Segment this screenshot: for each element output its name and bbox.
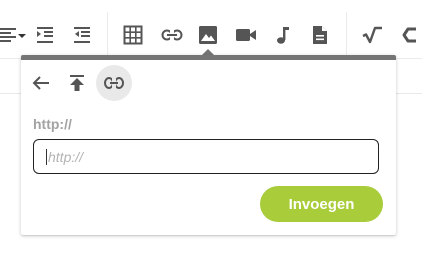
toolbar-separator bbox=[346, 12, 347, 58]
upload-image-button[interactable] bbox=[59, 65, 95, 101]
indent-icon bbox=[35, 25, 55, 45]
image-icon bbox=[198, 25, 218, 45]
indent-button[interactable] bbox=[33, 18, 57, 52]
video-icon bbox=[235, 25, 257, 45]
insert-video-button[interactable] bbox=[233, 18, 259, 52]
audio-icon bbox=[274, 25, 292, 45]
toolbar-separator bbox=[107, 12, 108, 58]
link-icon bbox=[104, 77, 124, 89]
insert-image-button[interactable] bbox=[196, 18, 220, 55]
back-icon bbox=[32, 75, 50, 91]
align-dropdown-button[interactable] bbox=[0, 18, 28, 52]
editor-toolbar bbox=[0, 12, 422, 59]
outdent-button[interactable] bbox=[70, 18, 94, 52]
code-icon bbox=[402, 25, 420, 45]
upload-icon bbox=[69, 74, 85, 92]
image-link-popup: http:// Invoegen bbox=[21, 55, 396, 235]
table-icon bbox=[123, 25, 143, 45]
editor-page: http:// Invoegen bbox=[0, 0, 422, 256]
insert-table-button[interactable] bbox=[121, 18, 145, 52]
insert-button[interactable]: Invoegen bbox=[260, 186, 383, 222]
insert-math-button[interactable] bbox=[360, 18, 384, 52]
outdent-icon bbox=[72, 25, 92, 45]
insert-link-button[interactable] bbox=[159, 18, 185, 52]
file-icon bbox=[311, 25, 329, 45]
link-icon bbox=[161, 25, 183, 45]
url-input[interactable] bbox=[33, 139, 379, 174]
math-icon bbox=[361, 25, 383, 45]
url-field-label: http:// bbox=[33, 116, 72, 132]
insert-audio-button[interactable] bbox=[272, 18, 294, 52]
align-dropdown-icon bbox=[0, 25, 28, 45]
by-url-button[interactable] bbox=[96, 65, 132, 101]
insert-file-button[interactable] bbox=[309, 18, 331, 52]
back-button[interactable] bbox=[23, 65, 59, 101]
text-caret bbox=[46, 149, 47, 165]
insert-code-button[interactable] bbox=[400, 18, 422, 52]
